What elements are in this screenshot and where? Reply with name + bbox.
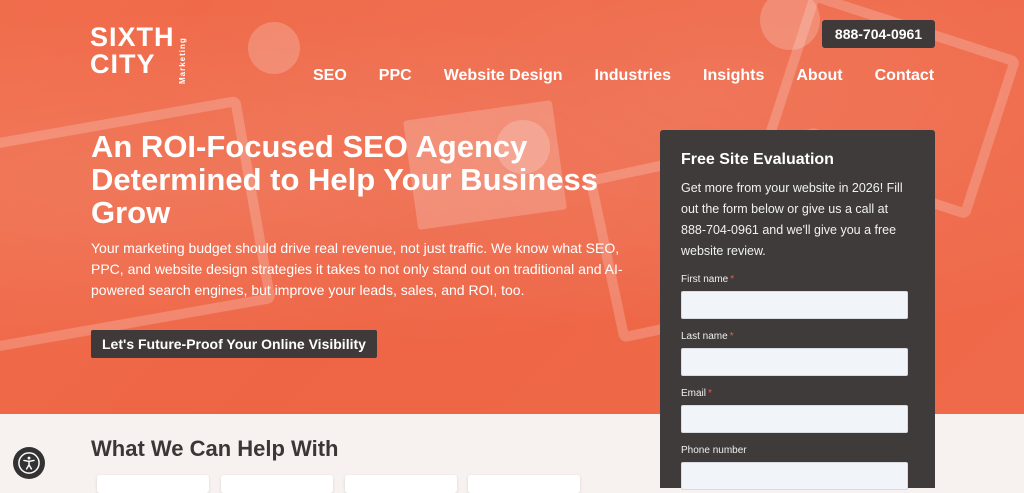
nav-item-website-design[interactable]: Website Design xyxy=(444,67,563,85)
phone-number-input[interactable] xyxy=(681,462,908,490)
cta-button[interactable]: Let's Future-Proof Your Online Visibilit… xyxy=(91,330,377,358)
phone-number-label: Phone number xyxy=(681,445,747,456)
first-name-label: First name xyxy=(681,274,729,285)
service-card[interactable] xyxy=(221,475,333,493)
background-mug-image xyxy=(248,22,300,74)
required-marker: * xyxy=(708,388,712,399)
service-card[interactable] xyxy=(345,475,457,493)
nav-item-about[interactable]: About xyxy=(796,67,842,85)
required-marker: * xyxy=(729,331,734,342)
first-name-field-group: First name * xyxy=(681,274,913,319)
site-logo[interactable]: SIXTH CITY Marketing xyxy=(90,22,187,85)
logo-side-text: Marketing xyxy=(177,37,187,84)
email-field-group: Email * xyxy=(681,388,913,433)
logo-line-1: SIXTH xyxy=(90,22,175,52)
section-title: What We Can Help With xyxy=(91,436,339,461)
accessibility-button[interactable] xyxy=(13,447,45,479)
nav-item-ppc[interactable]: PPC xyxy=(379,67,412,85)
main-nav: SEO PPC Website Design Industries Insigh… xyxy=(313,67,934,85)
accessibility-icon xyxy=(18,452,40,474)
nav-item-contact[interactable]: Contact xyxy=(875,67,935,85)
last-name-field-group: Last name * xyxy=(681,331,913,376)
service-card[interactable] xyxy=(468,475,580,493)
email-label: Email xyxy=(681,388,707,399)
hero-headline: An ROI-Focused SEO Agency Determined to … xyxy=(91,129,599,230)
last-name-input[interactable] xyxy=(681,348,908,376)
last-name-label: Last name xyxy=(681,331,728,342)
required-marker: * xyxy=(730,274,735,285)
service-card[interactable] xyxy=(97,475,209,493)
nav-item-insights[interactable]: Insights xyxy=(703,67,764,85)
first-name-input[interactable] xyxy=(681,291,908,319)
form-description: Get more from your website in 2026! Fill… xyxy=(681,181,903,258)
form-title: Free Site Evaluation xyxy=(681,151,834,168)
evaluation-form: Free Site Evaluation Get more from your … xyxy=(660,130,935,490)
nav-item-seo[interactable]: SEO xyxy=(313,67,347,85)
phone-field-group: Phone number xyxy=(681,445,913,490)
nav-item-industries[interactable]: Industries xyxy=(595,67,671,85)
hero-subtext: Your marketing budget should drive real … xyxy=(91,240,623,298)
logo-line-2: CITY xyxy=(90,49,156,79)
phone-button[interactable]: 888-704-0961 xyxy=(822,20,935,48)
email-input[interactable] xyxy=(681,405,908,433)
